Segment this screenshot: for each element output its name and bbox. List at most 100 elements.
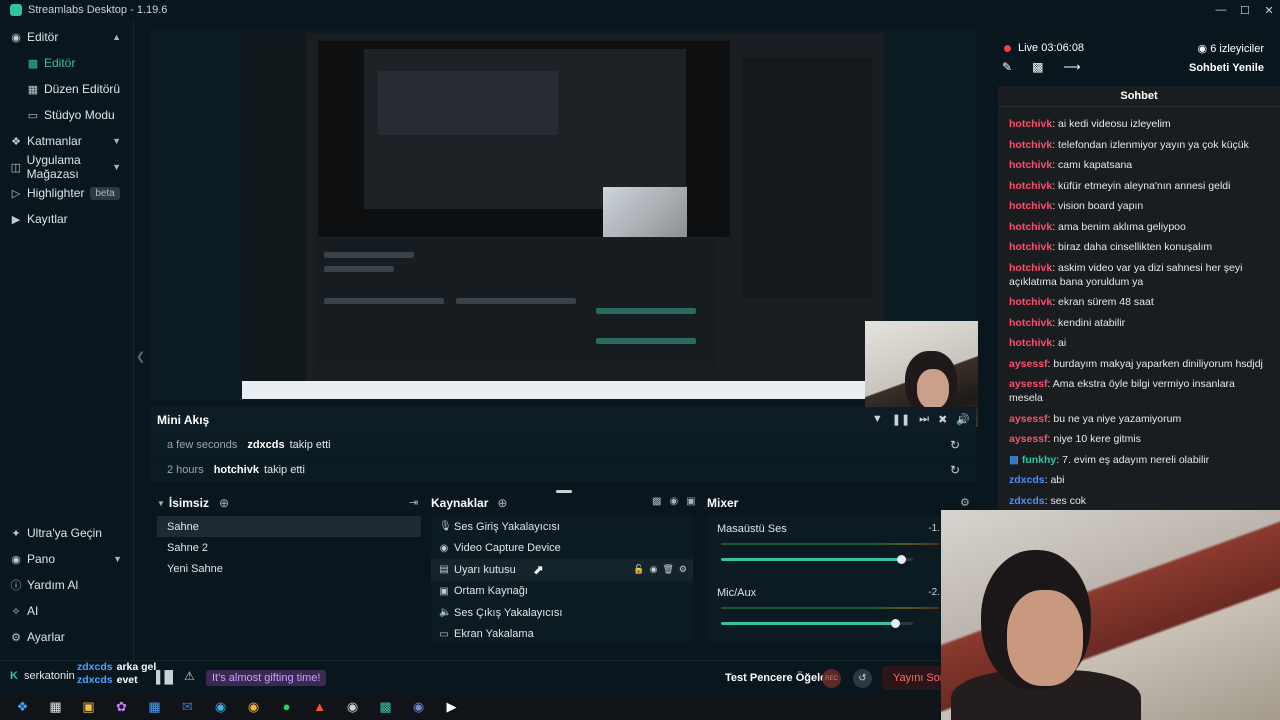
sidebar-item-studio-mode[interactable]: ▭ Stüdyo Modu xyxy=(0,102,133,128)
stream-preview[interactable] xyxy=(150,30,1034,427)
steam-icon[interactable]: ◉ xyxy=(342,696,363,717)
replay-icon[interactable]: ↻ xyxy=(950,463,960,477)
add-scene-icon[interactable]: ⊕ xyxy=(219,496,229,510)
sidebar-item-ai[interactable]: ✧ AI xyxy=(0,598,134,624)
chat-username[interactable]: hotchivk xyxy=(1009,159,1052,171)
sidebar-item-app-store[interactable]: ◫ Uygulama Mağazası ▼ xyxy=(0,153,133,181)
go-live-button[interactable]: Yayını Sonl xyxy=(882,666,944,690)
chat-username[interactable]: hotchivk xyxy=(1009,139,1052,151)
chat-username[interactable]: hotchivk xyxy=(1009,118,1052,130)
source-item[interactable]: ▤ Uyarı kutusu ⬈ 🔓 ◉ 🗑 ⚙ xyxy=(431,559,693,581)
selective-recording-icon[interactable]: ▩ xyxy=(652,496,661,507)
replay-icon[interactable]: ↻ xyxy=(950,438,960,452)
minimize-icon[interactable]: — xyxy=(1210,0,1232,20)
eye-icon[interactable]: ◉ xyxy=(650,564,658,575)
scene-item[interactable]: Sahne 2 xyxy=(157,537,421,558)
chat-username[interactable]: hotchivk xyxy=(1009,262,1052,274)
collapse-scenes-icon[interactable]: ⇥ xyxy=(409,496,418,509)
record-button[interactable]: REC xyxy=(822,669,841,688)
chat-username[interactable]: aysessf xyxy=(1009,358,1048,370)
filter-icon[interactable]: ▼ xyxy=(872,413,883,426)
replay-buffer-icon[interactable]: ↺ xyxy=(853,669,872,688)
source-item[interactable]: 🎙 Ses Giriş Yakalayıcısı xyxy=(431,516,693,538)
chat-username[interactable]: aysessf xyxy=(1009,378,1048,390)
source-item[interactable]: ▣ Ortam Kaynağı xyxy=(431,581,693,603)
brave-icon[interactable]: ▲ xyxy=(309,696,330,717)
chat-username[interactable]: zdxcds xyxy=(1009,474,1045,486)
chat-username[interactable]: hotchivk xyxy=(1009,180,1052,192)
sidebar-item-recordings[interactable]: ▶ Kayıtlar xyxy=(0,206,133,232)
share-icon[interactable]: ⟶ xyxy=(1063,60,1080,74)
streamlabs-icon[interactable]: ▩ xyxy=(375,696,396,717)
skip-icon[interactable]: ⏭ xyxy=(919,413,929,426)
volume-slider[interactable] xyxy=(721,555,913,564)
add-source-icon[interactable]: ⊕ xyxy=(497,496,507,510)
task-view-icon[interactable]: ▦ xyxy=(45,696,66,717)
chevron-left-icon[interactable]: ❮ xyxy=(136,350,145,363)
volume-slider-knob[interactable] xyxy=(896,555,906,564)
edge-icon[interactable]: ◉ xyxy=(210,696,231,717)
gear-icon[interactable]: ⚙ xyxy=(679,564,687,575)
sidebar-item-ultra[interactable]: ✦ Ultra'ya Geçin xyxy=(0,520,134,546)
maximize-icon[interactable]: ☐ xyxy=(1234,0,1256,20)
chat-username[interactable]: hotchivk xyxy=(1009,337,1052,349)
chat-username[interactable]: hotchivk xyxy=(1009,221,1052,233)
sidebar-item-dashboard[interactable]: ◉ Pano ▼ xyxy=(0,546,134,572)
chat-username[interactable]: funkhy xyxy=(1022,454,1056,466)
windows-start-icon[interactable]: ❖ xyxy=(12,696,33,717)
refresh-chat-button[interactable]: Sohbeti Yenile xyxy=(1189,62,1264,74)
scene-item[interactable]: Sahne xyxy=(157,516,421,537)
warning-icon[interactable]: ⚠ xyxy=(184,669,195,683)
test-windows-button[interactable]: Test Pencere Öğeleri xyxy=(725,672,834,684)
volume-slider-knob[interactable] xyxy=(891,619,901,628)
chat-username[interactable]: aysessf xyxy=(1009,413,1048,425)
gift-notice[interactable]: It's almost gifting time! xyxy=(206,670,327,686)
folder-icon[interactable]: ▣ xyxy=(686,496,695,507)
source-item[interactable]: 🔈 Ses Çıkış Yakalayıcısı xyxy=(431,602,693,624)
chat-username[interactable]: hotchivk xyxy=(1009,317,1052,329)
sidebar-item-highlighter[interactable]: ▷ Highlighter beta xyxy=(0,180,133,206)
sidebar-item-help[interactable]: ⓘ Yardım Al xyxy=(0,572,134,598)
sidebar-item-settings[interactable]: ⚙ Ayarlar xyxy=(0,624,134,650)
close-icon[interactable]: ✕ xyxy=(1258,0,1280,20)
user-account[interactable]: Kserkatonin xyxy=(10,670,75,682)
discord-icon[interactable]: ◉ xyxy=(408,696,429,717)
popout-icon[interactable]: ▩ xyxy=(1032,60,1043,74)
scene-item[interactable]: Yeni Sahne xyxy=(157,558,421,579)
chat-username[interactable]: hotchivk xyxy=(1009,241,1052,253)
calculator-icon[interactable]: ▦ xyxy=(144,696,165,717)
chat-username[interactable]: hotchivk xyxy=(1009,296,1052,308)
sidebar-item-themes[interactable]: ❖ Katmanlar ▼ xyxy=(0,128,133,154)
dock-resize-handle[interactable] xyxy=(556,490,572,493)
mixer-settings-gear-icon[interactable]: ⚙ xyxy=(960,496,970,509)
outlook-icon[interactable]: ✉ xyxy=(177,696,198,717)
chat-username[interactable]: aysessf xyxy=(1009,433,1048,445)
chrome-icon[interactable]: ◉ xyxy=(243,696,264,717)
chevron-down-icon[interactable]: ▼ xyxy=(157,499,165,508)
chevron-up-icon[interactable]: ▲ xyxy=(112,32,121,42)
source-item[interactable]: ◉ Video Capture Device xyxy=(431,538,693,560)
scene-collection-title[interactable]: İsimsiz xyxy=(169,496,209,510)
source-item[interactable]: ▭ Ekran Yakalama xyxy=(431,624,693,646)
lock-icon[interactable]: 🔓 xyxy=(633,564,644,575)
sidebar-item-editor-group[interactable]: ◉ Editör ▲ xyxy=(0,24,133,50)
file-explorer-icon[interactable]: ▣ xyxy=(78,696,99,717)
pause-icon[interactable]: ❚❚ xyxy=(892,413,910,426)
chevron-down-icon[interactable]: ▼ xyxy=(112,162,121,172)
trash-icon[interactable]: 🗑 xyxy=(662,564,673,575)
sidebar-item-editor[interactable]: ▩ Editör xyxy=(0,50,133,76)
chevron-down-icon[interactable]: ▼ xyxy=(112,136,121,146)
stats-bar-chart-icon[interactable]: ▌█ xyxy=(156,670,173,684)
media-player-icon[interactable]: ▶ xyxy=(441,696,462,717)
chat-username[interactable]: zdxcds xyxy=(1009,495,1045,507)
volume-slider[interactable] xyxy=(721,619,913,628)
copilot-icon[interactable]: ✿ xyxy=(111,696,132,717)
volume-icon[interactable]: 🔊 xyxy=(956,413,970,426)
edit-pencil-icon[interactable]: ✎ xyxy=(1002,60,1012,74)
chat-username[interactable]: hotchivk xyxy=(1009,200,1052,212)
mute-alerts-icon[interactable]: ✖ xyxy=(938,413,947,426)
spotify-icon[interactable]: ● xyxy=(276,696,297,717)
add-group-icon[interactable]: ◉ xyxy=(669,496,678,507)
sidebar-item-layout-editor[interactable]: ▦ Düzen Editörü xyxy=(0,76,133,102)
chevron-down-icon[interactable]: ▼ xyxy=(113,554,122,564)
